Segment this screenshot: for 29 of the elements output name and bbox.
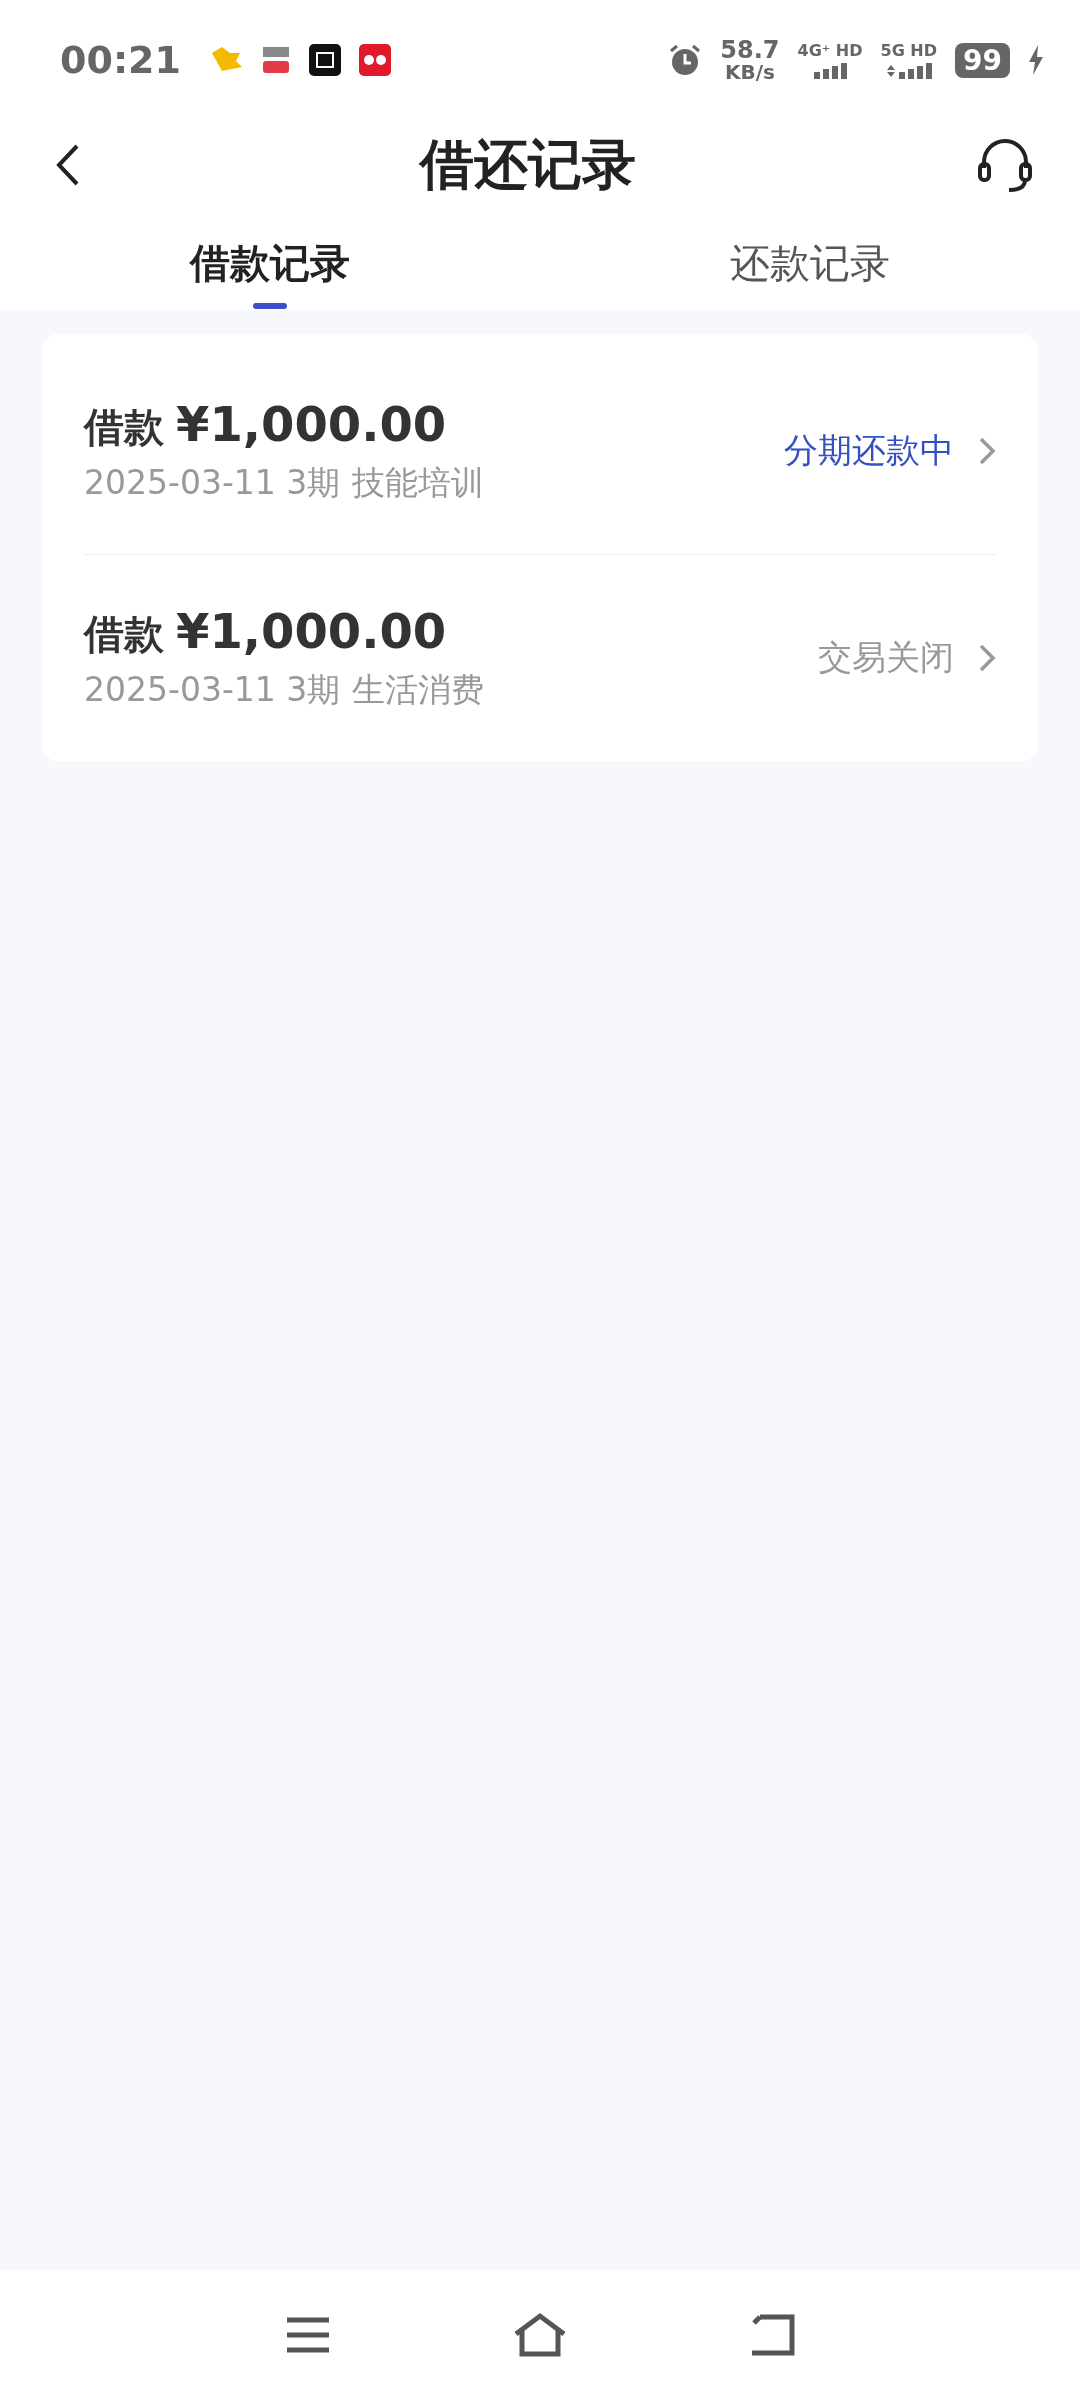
battery-level: 99 bbox=[955, 42, 1010, 78]
record-purpose: 生活消费 bbox=[352, 669, 485, 711]
app-notification-icon bbox=[308, 44, 341, 76]
record-amount: ¥1,000.00 bbox=[176, 603, 447, 659]
signal-icon bbox=[812, 63, 849, 79]
network-type: 5G HD bbox=[880, 41, 938, 60]
network-speed: 58.7 bbox=[720, 38, 780, 62]
tab[interactable]: 还款记录 bbox=[540, 210, 1080, 310]
chevron-right-icon bbox=[978, 436, 996, 466]
chevron-right-icon bbox=[978, 643, 996, 673]
record-date-term: 2025-03-11 3期 bbox=[84, 669, 341, 711]
alarm-icon bbox=[668, 43, 703, 77]
page-title: 借还记录 bbox=[420, 131, 636, 198]
network-type: 4G⁺ HD bbox=[797, 41, 863, 60]
record-label: 借款 bbox=[84, 610, 164, 659]
back-icon[interactable] bbox=[56, 143, 80, 187]
record-status[interactable]: 分期还款中 bbox=[784, 428, 954, 474]
home-icon[interactable] bbox=[512, 2312, 568, 2358]
status-time: 00:21 bbox=[60, 38, 181, 82]
record-date-term: 2025-03-11 3期 bbox=[84, 462, 341, 504]
record-amount: ¥1,000.00 bbox=[176, 396, 447, 452]
menu-icon[interactable] bbox=[284, 2315, 332, 2355]
tab[interactable]: 借款记录 bbox=[0, 210, 540, 310]
record-label: 借款 bbox=[84, 403, 164, 452]
record-purpose: 技能培训 bbox=[352, 462, 485, 504]
speed-unit: KB/s bbox=[724, 62, 775, 82]
headset-icon[interactable] bbox=[976, 136, 1034, 194]
app-notification-icon bbox=[358, 44, 391, 76]
signal-icon bbox=[884, 63, 933, 79]
